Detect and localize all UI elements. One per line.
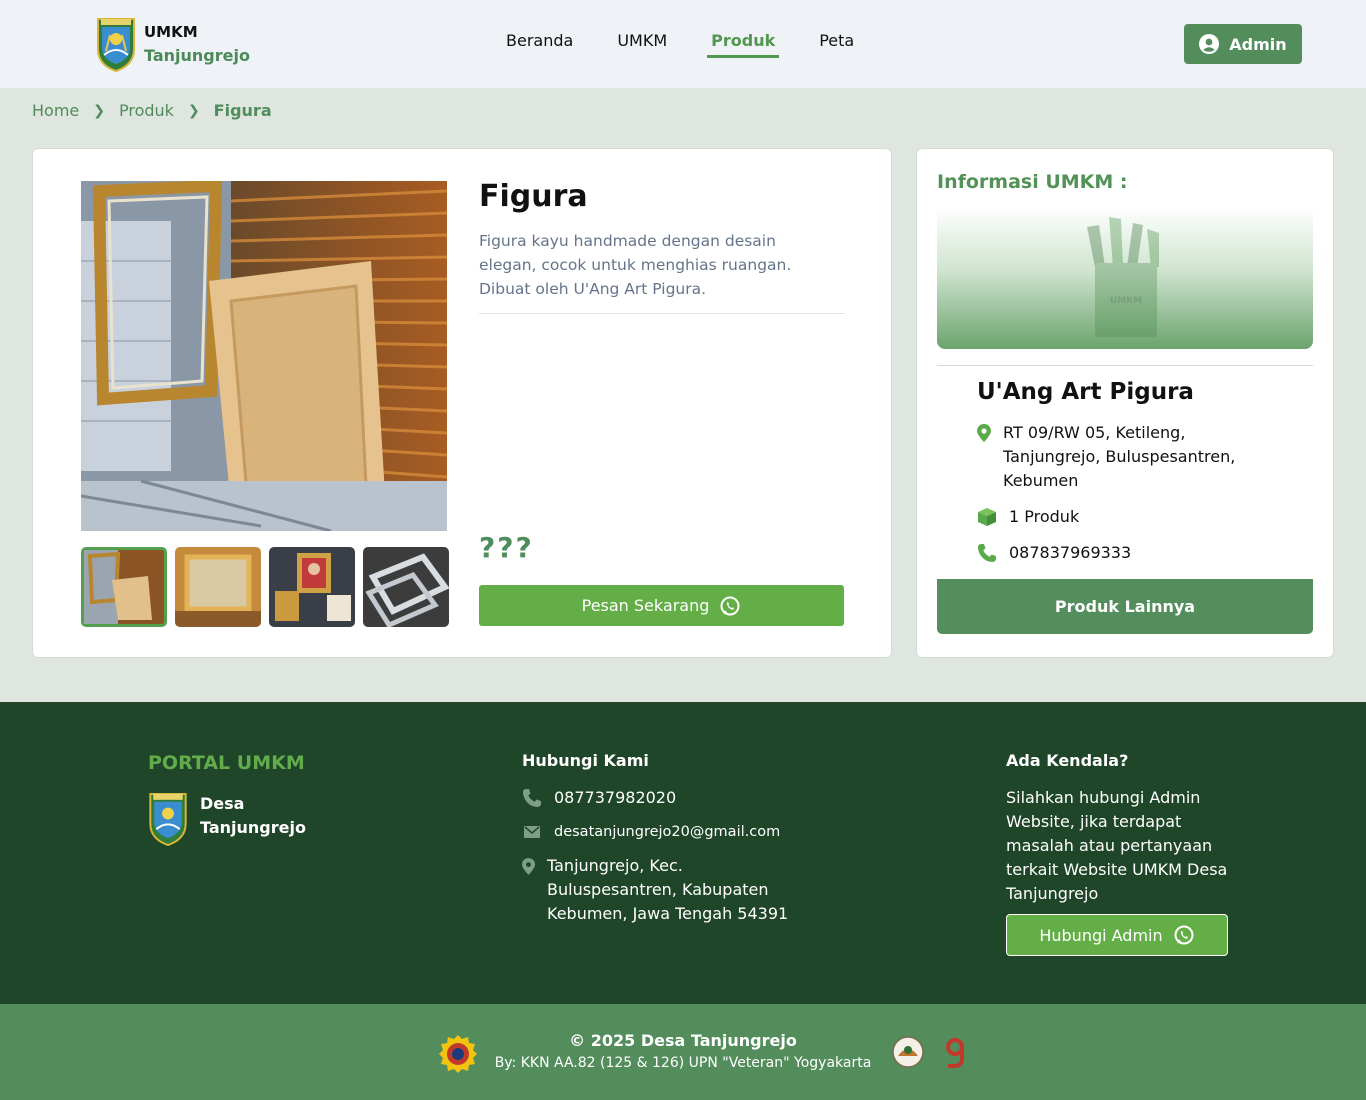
- product-price: ???: [479, 531, 534, 564]
- bottom-bar: © 2025 Desa Tanjungrejo By: KKN AA.82 (1…: [0, 1004, 1366, 1100]
- footer-portal-title: PORTAL UMKM: [148, 752, 305, 774]
- issue-heading: Ada Kendala?: [1006, 751, 1129, 770]
- chevron-right-icon: ❯: [93, 102, 105, 119]
- kebumen-crest-icon: [149, 792, 187, 846]
- thumbnail-strip: [81, 547, 457, 627]
- product-description: Figura kayu handmade dengan desain elega…: [479, 232, 792, 298]
- product-main-image[interactable]: [81, 181, 447, 531]
- map-pin-icon: [522, 854, 535, 878]
- umkm-address: RT 09/RW 05, Ketileng, Tanjungrejo, Bulu…: [1003, 423, 1236, 490]
- site-brand[interactable]: UMKM Tanjungrejo: [96, 15, 250, 72]
- umkm-phone: 087837969333: [1009, 543, 1132, 562]
- footer-address-row: Tanjungrejo, Kec. Buluspesantren, Kabupa…: [522, 854, 792, 926]
- breadcrumb-current: Figura: [213, 101, 272, 120]
- nav-produk[interactable]: Produk: [707, 31, 780, 58]
- top-header: UMKM Tanjungrejo Beranda UMKM Produk Pet…: [0, 0, 1366, 88]
- nav-umkm[interactable]: UMKM: [617, 31, 667, 58]
- partner-logo-icon: [946, 1038, 964, 1068]
- umkm-phone-row: 087837969333: [977, 541, 1131, 565]
- brand-title: UMKM: [144, 22, 198, 41]
- umkm-name: U'Ang Art Pigura: [977, 379, 1194, 405]
- svg-text:UMKM: UMKM: [1110, 296, 1142, 306]
- umkm-info-card: Informasi UMKM : UMKM U'Ang Art Pigura R…: [916, 148, 1334, 658]
- footer-phone-row: 087737982020: [522, 786, 676, 810]
- site-footer: PORTAL UMKM Desa Tanjungrejo Hubungi Kam…: [0, 702, 1366, 1004]
- credit: By: KKN AA.82 (125 & 126) UPN "Veteran" …: [494, 1055, 872, 1071]
- thumbnail-2[interactable]: [175, 547, 261, 627]
- info-heading: Informasi UMKM :: [937, 171, 1128, 193]
- brand-subtitle: Tanjungrejo: [144, 45, 250, 65]
- map-pin-icon: [977, 421, 991, 445]
- nav-beranda[interactable]: Beranda: [506, 31, 573, 58]
- admin-button[interactable]: Admin: [1184, 24, 1302, 64]
- order-now-button[interactable]: Pesan Sekarang: [479, 585, 844, 626]
- product-title: Figura: [479, 179, 588, 214]
- contact-admin-button[interactable]: Hubungi Admin: [1006, 914, 1228, 956]
- breadcrumb-produk[interactable]: Produk: [119, 101, 174, 120]
- main-nav: Beranda UMKM Produk Peta: [506, 31, 898, 58]
- umkm-address-row: RT 09/RW 05, Ketileng, Tanjungrejo, Bulu…: [977, 421, 1277, 493]
- umkm-product-count-row: 1 Produk: [977, 505, 1079, 529]
- footer-address: Tanjungrejo, Kec. Buluspesantren, Kabupa…: [547, 856, 789, 923]
- box-icon: [977, 505, 997, 529]
- issue-text: Silahkan hubungi Admin Website, jika ter…: [1006, 788, 1228, 903]
- footer-brand-line2: Tanjungrejo: [200, 818, 306, 837]
- umkm-product-count: 1 Produk: [1009, 507, 1080, 526]
- divider: [937, 365, 1313, 366]
- contact-admin-label: Hubungi Admin: [1039, 925, 1163, 945]
- grocery-bag-icon: UMKM: [1087, 217, 1159, 337]
- order-label: Pesan Sekarang: [581, 596, 710, 615]
- product-card: Figura Figura kayu handmade dengan desai…: [32, 148, 892, 658]
- divider: [479, 313, 845, 314]
- phone-icon: [522, 786, 542, 810]
- footer-brand-line1: Desa: [200, 794, 245, 813]
- admin-label: Admin: [1229, 34, 1287, 54]
- footer-phone[interactable]: 087737982020: [554, 786, 676, 810]
- breadcrumb-home[interactable]: Home: [32, 101, 79, 120]
- kebumen-crest-icon: [97, 18, 135, 72]
- footer-email[interactable]: desatanjungrejo20@gmail.com: [554, 820, 780, 844]
- mail-icon: [522, 820, 542, 844]
- thumbnail-3[interactable]: [269, 547, 355, 627]
- contact-heading: Hubungi Kami: [522, 751, 649, 770]
- footer-brand: Desa Tanjungrejo: [148, 790, 306, 846]
- thumbnail-1[interactable]: [81, 547, 167, 627]
- chevron-right-icon: ❯: [187, 102, 200, 119]
- other-products-button[interactable]: Produk Lainnya: [937, 579, 1313, 634]
- kkn-logo-icon: [892, 1036, 924, 1068]
- whatsapp-icon: [1174, 925, 1194, 945]
- copyright: © 2025 Desa Tanjungrejo: [569, 1031, 797, 1050]
- footer-email-row: desatanjungrejo20@gmail.com: [522, 820, 780, 844]
- umkm-banner: UMKM: [937, 207, 1313, 349]
- thumbnail-4[interactable]: [363, 547, 449, 627]
- whatsapp-icon: [720, 596, 740, 615]
- breadcrumb: Home ❯ Produk ❯ Figura: [32, 101, 272, 120]
- user-circle-icon: [1199, 34, 1220, 54]
- phone-icon: [977, 541, 997, 565]
- nav-peta[interactable]: Peta: [819, 31, 854, 58]
